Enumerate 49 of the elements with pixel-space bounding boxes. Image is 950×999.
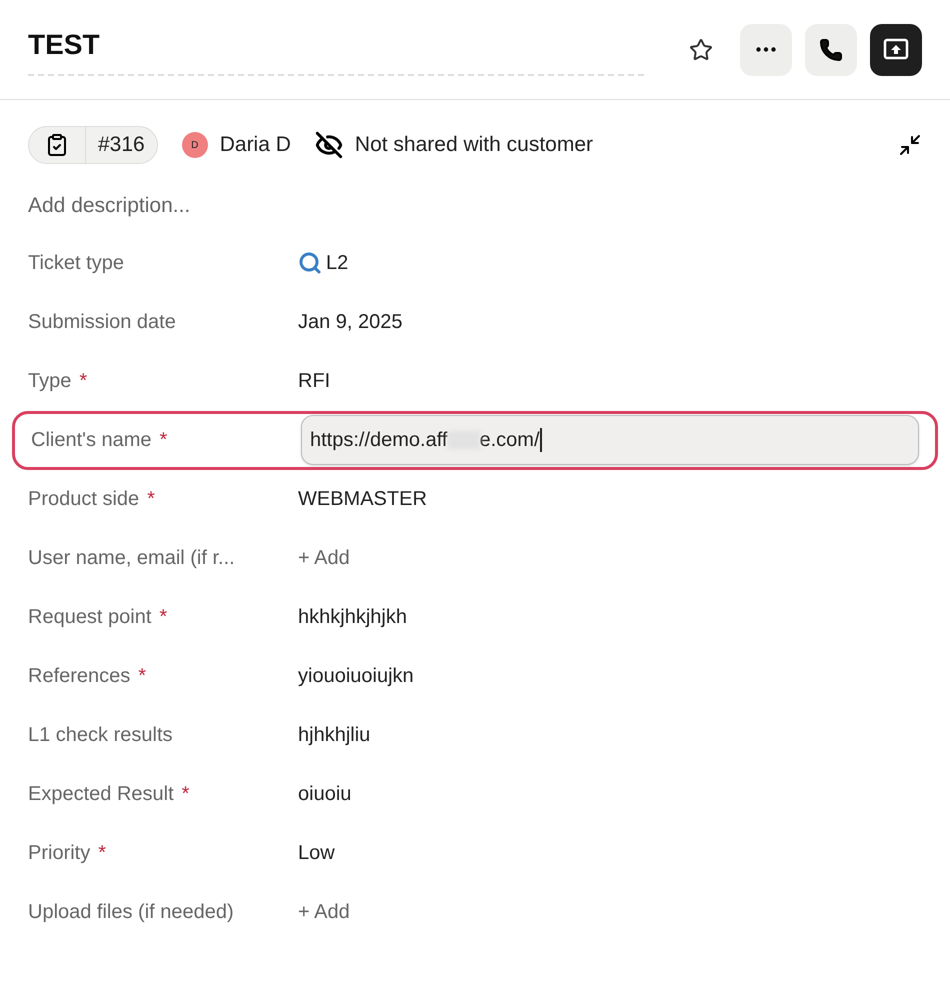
ticket-title[interactable]: TEST (28, 24, 644, 66)
field-label: Expected Result (28, 782, 174, 807)
assignee-name[interactable]: Daria D (220, 129, 291, 161)
phone-icon (819, 38, 843, 62)
field-label: Submission date (28, 310, 176, 335)
magnifier-icon (298, 251, 322, 275)
avatar: D (182, 132, 208, 158)
field-value: hjhkhjliu (298, 723, 370, 748)
field-value: L2 (326, 251, 348, 276)
field-value: hkhkjhkjhjkh (298, 605, 407, 630)
star-icon (689, 38, 713, 62)
field-label: Request point (28, 605, 152, 630)
eye-off-icon (314, 131, 343, 159)
field-label: Ticket type (28, 251, 124, 276)
ticket-number: #316 (97, 132, 146, 158)
required-mark: * (98, 841, 106, 866)
field-label: Priority (28, 841, 90, 866)
add-button[interactable]: + Add (298, 897, 350, 927)
required-mark: * (159, 605, 168, 630)
field-label: Product side (28, 487, 140, 512)
visibility-status[interactable]: Not shared with customer (354, 129, 594, 161)
clipboard-icon (45, 133, 69, 157)
field-label: Client's name (31, 428, 152, 453)
field-label: Type (28, 369, 72, 394)
field-value: RFI (298, 369, 330, 394)
field-value: WEBMASTER (298, 487, 427, 512)
collapse-icon (898, 133, 922, 157)
field-label: L1 check results (28, 723, 173, 748)
description-field[interactable]: Add description... (28, 190, 922, 222)
phone-button[interactable] (805, 24, 857, 76)
screen-share-button[interactable] (870, 24, 922, 76)
required-mark: * (182, 782, 190, 807)
collapse-button[interactable] (898, 133, 922, 157)
ticket-chip[interactable]: #316 (28, 126, 158, 164)
required-mark: * (79, 369, 88, 394)
add-button[interactable]: + Add (298, 543, 350, 573)
field-value: Low (298, 841, 335, 866)
screen-share-icon (883, 38, 909, 62)
field-value: oiuoiu (298, 782, 352, 807)
field-value: Jan 9, 2025 (298, 310, 403, 335)
required-mark: * (160, 428, 168, 453)
required-mark: * (147, 487, 155, 512)
more-icon (756, 47, 776, 52)
field-value: yiouoiuoiujkn (298, 664, 414, 689)
field-label: References (28, 664, 130, 689)
field-label: Upload files (if needed) (28, 900, 234, 925)
input-field[interactable]: https://demo.aff e.com/ (301, 415, 919, 465)
required-mark: * (138, 664, 146, 689)
field-label: User name, email (if r... (28, 546, 235, 571)
